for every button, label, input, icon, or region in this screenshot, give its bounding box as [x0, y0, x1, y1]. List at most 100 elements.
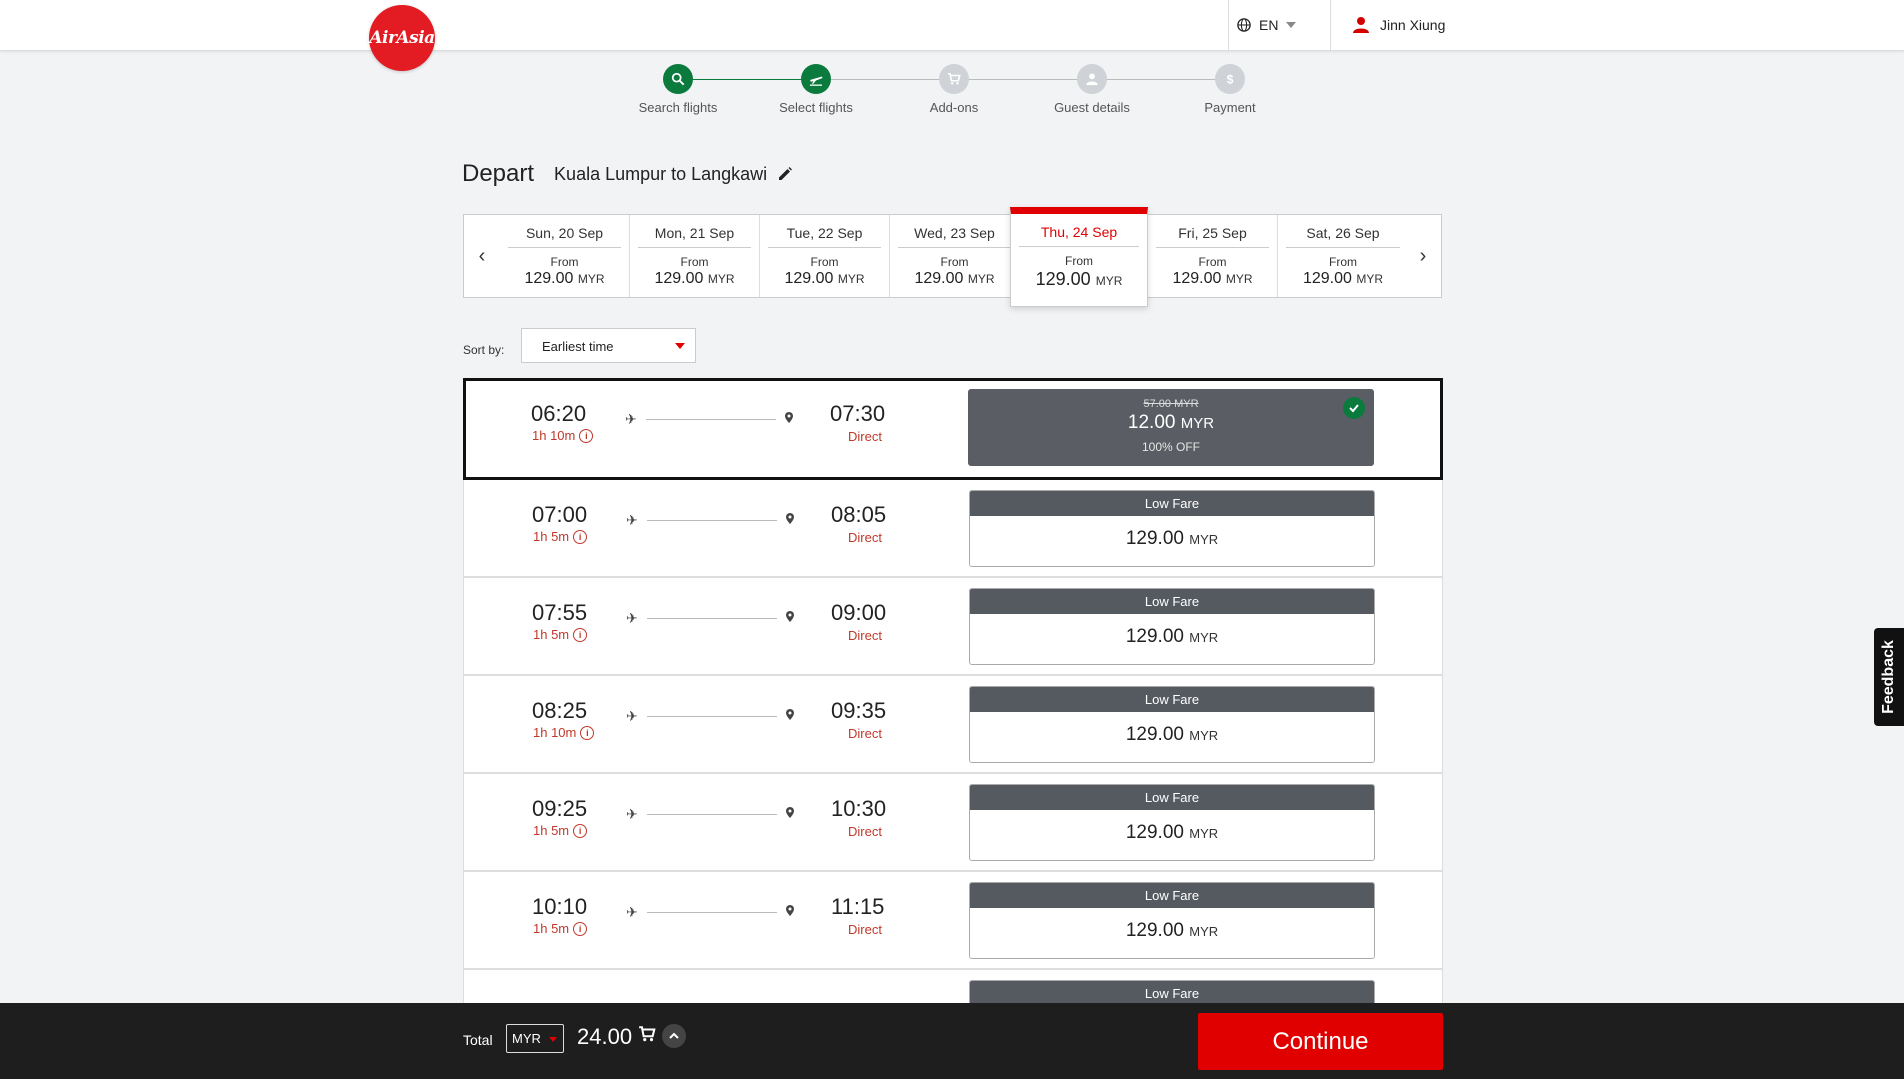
date-price: 129.00 [1172, 270, 1222, 287]
from-label: From [810, 255, 839, 269]
user-menu[interactable]: Jinn Xiung [1352, 0, 1445, 50]
location-pin-icon [786, 709, 794, 720]
fare-currency: MYR [1189, 630, 1219, 645]
fare-type-label: Low Fare [970, 785, 1374, 810]
arrival-time: 08:05 [831, 502, 887, 527]
feedback-tab[interactable]: Feedback [1874, 628, 1904, 726]
date-tab-tue-22-sep[interactable]: Tue, 22 Sep From 129.00 MYR [760, 215, 890, 297]
info-icon[interactable]: i [573, 627, 588, 642]
step-connector [816, 79, 1230, 80]
low-fare-option[interactable]: Low Fare 129.00 MYR [969, 784, 1375, 861]
language-selector[interactable]: EN [1228, 0, 1331, 50]
location-pin-icon [786, 807, 794, 818]
chevron-down-icon [1286, 22, 1297, 28]
flight-row: Low Fare [463, 969, 1443, 1003]
edit-pencil-icon[interactable] [777, 166, 793, 182]
date-price: 129.00 [1035, 269, 1091, 289]
flight-row-selected[interactable]: 06:20 1h 10m i ✈ 07:30 Direct 57.00 MYR 1… [463, 378, 1443, 480]
date-price: 129.00 [1302, 270, 1352, 287]
low-fare-option[interactable]: Low Fare 129.00 MYR [969, 686, 1375, 763]
flight-duration: 1h 10m [532, 428, 576, 443]
date-currency: MYR [1095, 274, 1123, 288]
flight-duration: 1h 5m [533, 921, 570, 936]
route-line [646, 419, 776, 420]
date-label: Wed, 23 Sep [898, 215, 1011, 248]
date-tab-mon-21-sep[interactable]: Mon, 21 Sep From 129.00 MYR [630, 215, 760, 297]
location-pin-icon [785, 412, 793, 423]
arrival-time: 07:30 [830, 401, 886, 426]
date-currency: MYR [967, 272, 995, 286]
info-icon[interactable]: i [573, 529, 588, 544]
fare-type-label: Low Fare [970, 491, 1374, 516]
logo-text: AirAsia [369, 28, 435, 48]
stops-label: Direct [848, 628, 882, 643]
low-fare-option[interactable]: Low Fare [969, 980, 1375, 1003]
fare-type-label: Low Fare [970, 981, 1374, 1003]
departure-time: 08:25 [532, 698, 588, 723]
info-icon[interactable]: i [579, 428, 594, 443]
fare-price: 129.00 [1125, 724, 1184, 745]
booking-stepper: Search flights Select flights Add-ons Gu… [630, 64, 1256, 124]
date-tab-sat-26-sep[interactable]: Sat, 26 Sep From 129.00 MYR [1278, 215, 1408, 297]
arrival-time: 11:15 [831, 894, 885, 919]
currency-value: MYR [512, 1031, 541, 1046]
location-pin-icon [786, 513, 794, 524]
step-label: Guest details [1054, 100, 1130, 115]
date-label: Sun, 20 Sep [508, 215, 621, 248]
from-label: From [680, 255, 709, 269]
date-tab-wed-23-sep[interactable]: Wed, 23 Sep From 129.00 MYR [890, 215, 1020, 297]
step-guest-details[interactable]: Guest details [1032, 64, 1152, 115]
language-label: EN [1259, 17, 1279, 33]
from-label: From [1198, 255, 1227, 269]
info-icon[interactable]: i [573, 823, 588, 838]
step-select-flights[interactable]: Select flights [756, 64, 876, 115]
plane-icon: ✈ [626, 512, 638, 528]
stops-label: Direct [848, 726, 882, 741]
fare-price: 12.00 [1127, 412, 1176, 433]
fare-type-label: Low Fare [970, 589, 1374, 614]
flight-duration: 1h 5m [533, 627, 570, 642]
page-title: Depart [462, 160, 535, 187]
route-line [647, 814, 777, 815]
date-currency: MYR [707, 272, 735, 286]
step-payment[interactable]: $ Payment [1170, 64, 1290, 115]
continue-button[interactable]: Continue [1198, 1013, 1443, 1070]
currency-selector[interactable]: MYR [506, 1024, 564, 1053]
cart-icon [947, 72, 961, 85]
low-fare-option[interactable]: Low Fare 129.00 MYR [969, 490, 1375, 567]
date-tab-sun-20-sep[interactable]: Sun, 20 Sep From 129.00 MYR [500, 215, 630, 297]
date-tab-fri-25-sep[interactable]: Fri, 25 Sep From 129.00 MYR [1148, 215, 1278, 297]
departure-time: 06:20 [531, 401, 587, 426]
departure-time: 07:55 [532, 600, 588, 625]
date-carousel: ‹ Sun, 20 Sep From 129.00 MYR Mon, 21 Se… [463, 207, 1442, 307]
next-dates-button[interactable]: › [1405, 215, 1441, 297]
plane-icon: ✈ [626, 806, 638, 822]
info-icon[interactable]: i [580, 725, 595, 740]
date-tab-thu-24-sep[interactable]: Thu, 24 Sep From 129.00 MYR [1010, 207, 1148, 307]
plane-icon: ✈ [626, 708, 638, 724]
fare-currency: MYR [1189, 728, 1219, 743]
chevron-down-icon [549, 1037, 557, 1042]
step-add-ons[interactable]: Add-ons [894, 64, 1014, 115]
low-fare-option[interactable]: Low Fare 129.00 MYR [969, 882, 1375, 959]
date-currency: MYR [1356, 272, 1384, 286]
step-label: Select flights [779, 100, 853, 115]
promo-fare-option[interactable]: 57.00 MYR 12.00 MYR 100% OFF [968, 389, 1374, 466]
info-icon[interactable]: i [573, 921, 588, 936]
low-fare-option[interactable]: Low Fare 129.00 MYR [969, 588, 1375, 665]
total-label: Total [463, 1032, 493, 1048]
step-search-flights[interactable]: Search flights [618, 64, 738, 115]
expand-summary-button[interactable] [662, 1024, 686, 1048]
from-label: From [1065, 254, 1093, 268]
fare-price: 129.00 [1125, 822, 1184, 843]
fare-currency: MYR [1180, 415, 1215, 432]
airasia-logo[interactable]: AirAsia [369, 5, 435, 71]
date-price: 129.00 [914, 270, 964, 287]
from-label: From [550, 255, 579, 269]
stops-label: Direct [848, 429, 882, 444]
sort-dropdown[interactable]: Earliest time [521, 328, 696, 363]
prev-dates-button[interactable]: ‹ [464, 215, 500, 297]
search-icon [671, 72, 685, 86]
flight-row: 09:25 1h 5m i ✈ 10:30 Direct Low Fare 129… [463, 773, 1443, 871]
chevron-up-icon [669, 1032, 679, 1039]
